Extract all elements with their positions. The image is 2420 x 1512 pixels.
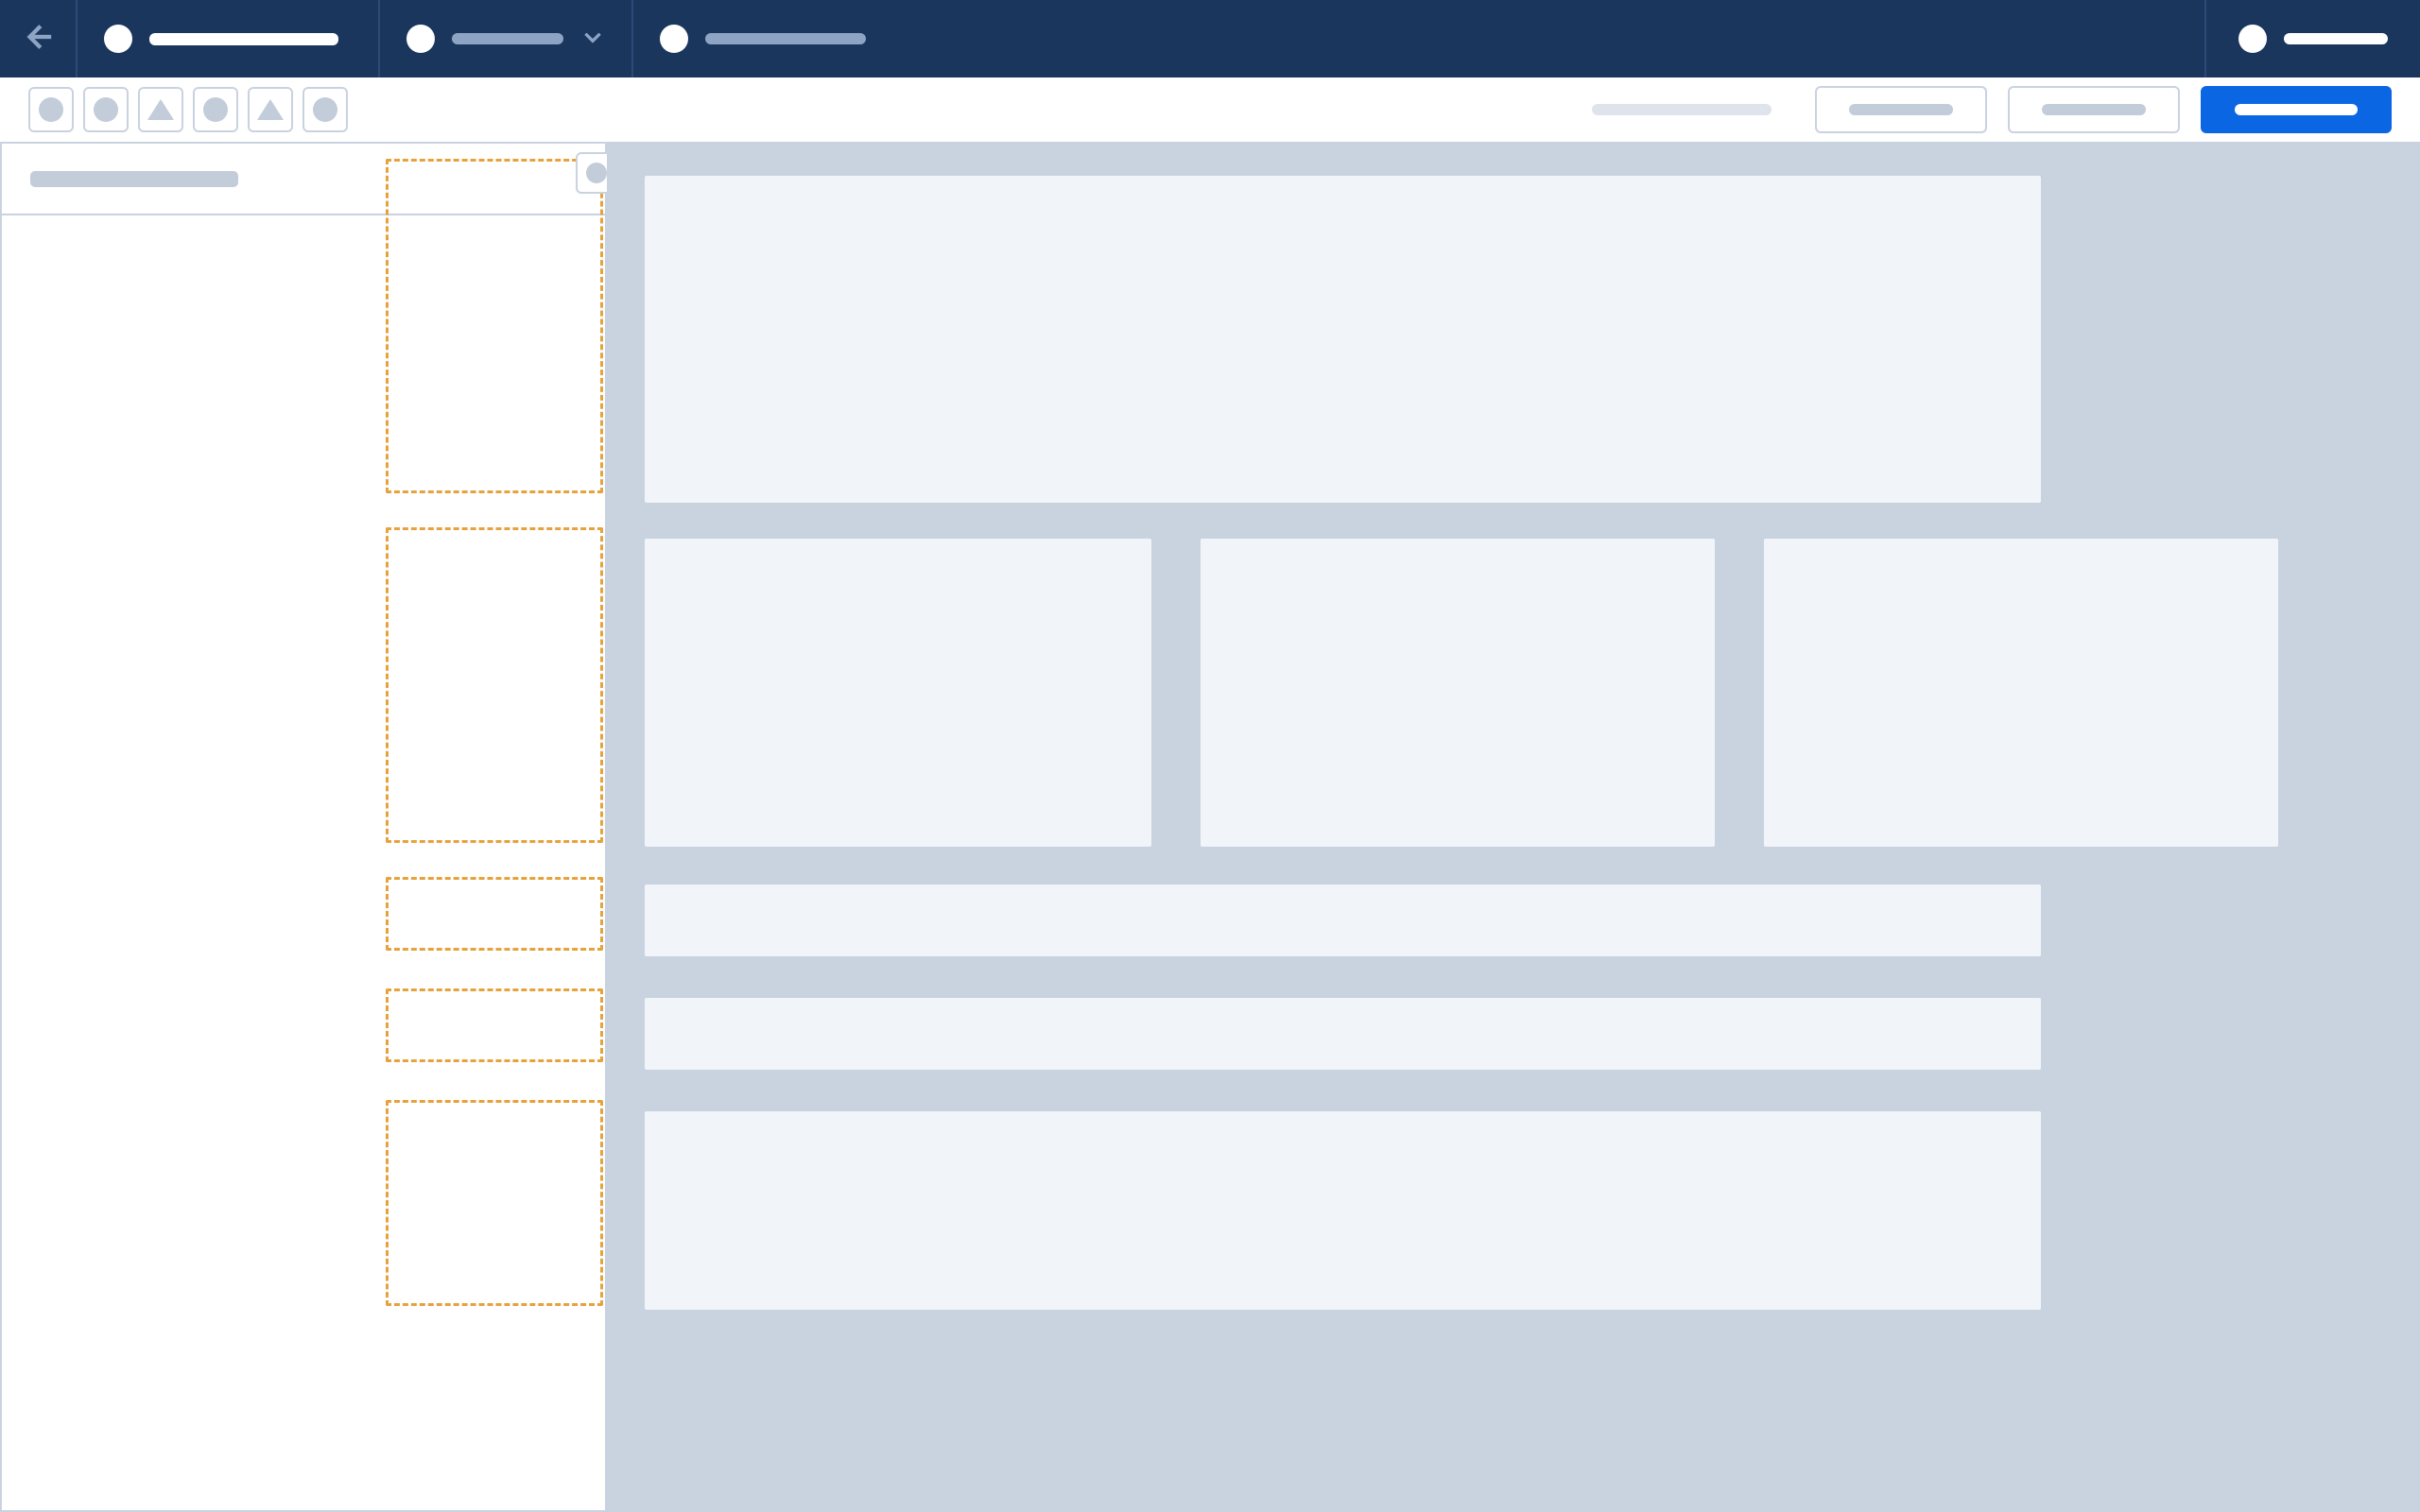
circle-icon [313, 97, 337, 122]
triangle-icon [257, 99, 284, 120]
dropzone-4[interactable] [386, 1100, 603, 1306]
preview-panel [607, 144, 2418, 1510]
toolbar-primary-button[interactable] [2201, 86, 2392, 133]
circle-icon [203, 97, 228, 122]
tool-1-button[interactable] [28, 87, 74, 132]
top-nav: Back [0, 0, 2420, 77]
sidebar-title [30, 171, 238, 187]
toolbar-secondary-a-button[interactable] [1815, 86, 1987, 133]
user-name [2284, 33, 2388, 44]
dropzone-2[interactable] [386, 877, 603, 951]
preview-strip-1[interactable] [645, 998, 2041, 1070]
breadcrumb-label [452, 33, 563, 44]
breadcrumb-icon [660, 25, 688, 53]
preview-card-2[interactable] [1764, 539, 2278, 847]
back-button[interactable]: Back [0, 0, 78, 77]
preview-card-0[interactable] [645, 539, 1151, 847]
chevron-down-icon [580, 25, 605, 54]
breadcrumb-label [149, 33, 338, 45]
breadcrumb-item-0[interactable] [78, 0, 380, 77]
preview-cards-row [645, 539, 2380, 847]
avatar [2238, 25, 2267, 53]
user-menu[interactable] [2204, 0, 2420, 77]
sidebar-header [2, 144, 605, 215]
toolbar-status [1592, 104, 1772, 115]
circle-icon [94, 97, 118, 122]
tool-6-button[interactable] [302, 87, 348, 132]
arrow-left-icon [22, 21, 54, 58]
tool-4-button[interactable] [193, 87, 238, 132]
sidebar-panel [2, 144, 607, 1510]
breadcrumb-icon [406, 25, 435, 53]
tool-5-button[interactable] [248, 87, 293, 132]
circle-icon [586, 163, 607, 183]
tool-2-button[interactable] [83, 87, 129, 132]
circle-icon [39, 97, 63, 122]
dropzone-1[interactable] [386, 527, 603, 843]
preview-strip-0[interactable] [645, 885, 2041, 956]
toolbar [0, 77, 2420, 144]
nav-spacer [974, 0, 2204, 77]
preview-hero-block[interactable] [645, 176, 2041, 503]
toolbar-button-group [28, 87, 348, 132]
toolbar-secondary-b-button[interactable] [2008, 86, 2180, 133]
breadcrumb-item-1[interactable] [380, 0, 633, 77]
tool-3-button[interactable] [138, 87, 183, 132]
breadcrumb-item-2[interactable] [633, 0, 974, 77]
triangle-icon [147, 99, 174, 120]
preview-footer-block[interactable] [645, 1111, 2041, 1310]
breadcrumb-label [705, 33, 866, 44]
workspace [0, 144, 2420, 1512]
breadcrumb-icon [104, 25, 132, 53]
dropzone-3[interactable] [386, 988, 603, 1062]
preview-card-1[interactable] [1201, 539, 1715, 847]
